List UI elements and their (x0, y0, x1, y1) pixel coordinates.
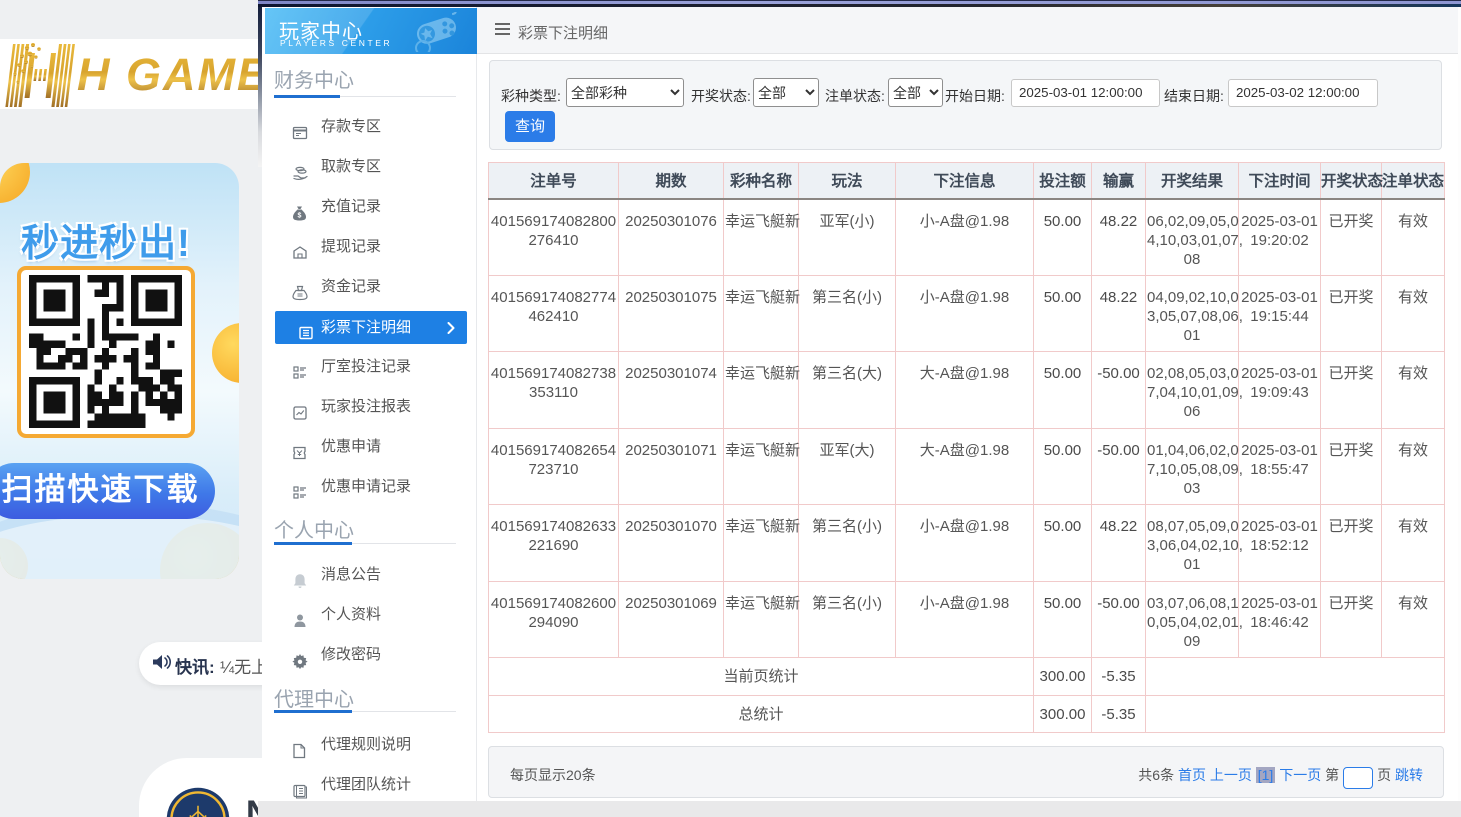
svg-text:$: $ (298, 213, 302, 220)
svg-text:H GAME: H GAME (77, 49, 269, 100)
